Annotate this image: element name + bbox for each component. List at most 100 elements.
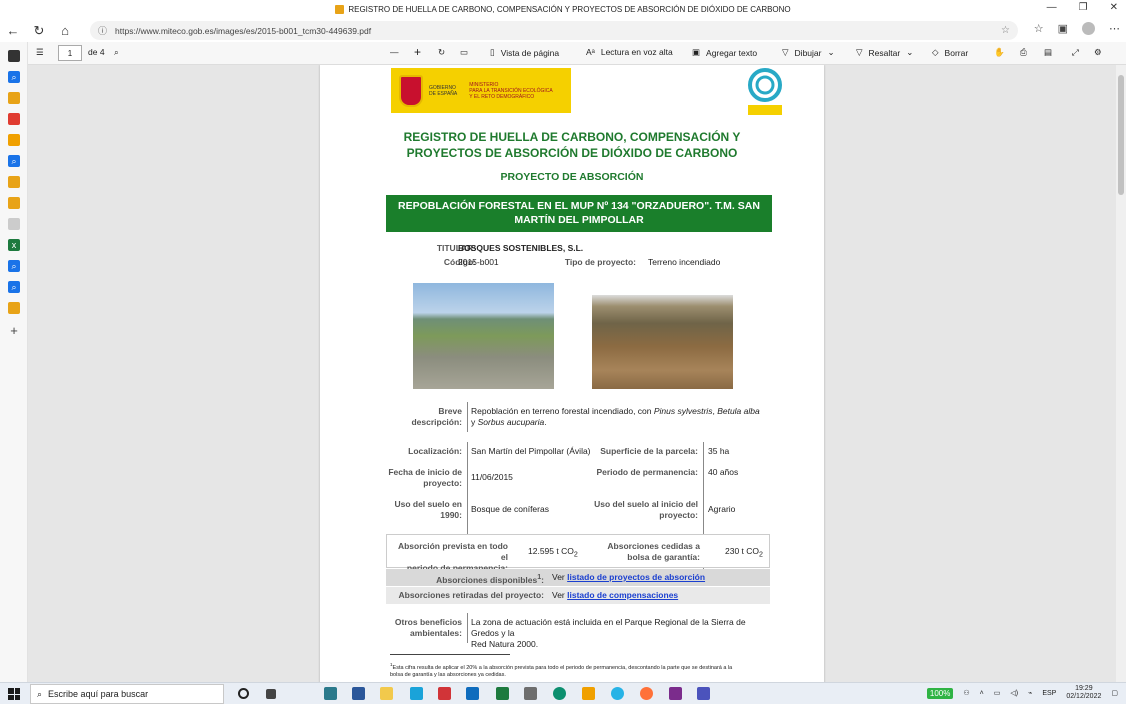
desc-period: . (544, 417, 547, 427)
titular-value: BOSQUES SOSTENIBLES, S.L. (458, 243, 584, 253)
chevron-up-icon[interactable]: ˄ (980, 690, 984, 697)
page-total: de 4 (88, 47, 105, 57)
app-icon-6[interactable] (669, 687, 682, 700)
co2-registry-logo (748, 68, 782, 115)
excel-icon[interactable]: x (8, 239, 20, 251)
coat-of-arms-icon (399, 74, 423, 107)
contents-icon[interactable]: ☰ (36, 47, 44, 58)
tipo-value: Terreno incendiado (648, 257, 721, 267)
restore-icon[interactable]: ❐ (1079, 2, 1088, 13)
page-view-button[interactable]: ▯ Vista de página (490, 47, 559, 58)
find-icon[interactable]: ⌕ (114, 47, 119, 58)
search-icon[interactable]: ⌕ (8, 71, 20, 83)
tools-icon[interactable] (8, 113, 20, 125)
network-icon[interactable]: ⌁ (1028, 689, 1032, 697)
edge-icon[interactable] (553, 687, 566, 700)
draw-button[interactable]: ▽ Dibujar ⌄ (782, 47, 835, 58)
url-text[interactable]: https://www.miteco.gob.es/images/es/2015… (115, 26, 371, 36)
search-icon-3[interactable]: ⌕ (8, 260, 20, 272)
project-name-line2: MARTÍN DEL PIMPOLLAR (514, 214, 644, 226)
add-text-button[interactable]: ▣ Agregar texto (692, 47, 757, 58)
firefox-icon[interactable] (640, 687, 653, 700)
document-icon[interactable] (8, 218, 20, 230)
search-icon-2[interactable]: ⌕ (8, 155, 20, 167)
people-icon[interactable]: ⚇ (963, 689, 969, 697)
excel-taskbar-icon[interactable] (496, 687, 509, 700)
otros-label: Otros beneficios ambientales: (380, 617, 462, 639)
ret-value: Ver listado de compensaciones (552, 590, 678, 601)
volume-icon[interactable]: ◁) (1010, 689, 1018, 697)
favorite-icon[interactable]: ☆ (1001, 25, 1010, 36)
menu-icon[interactable]: ⋯ (1109, 22, 1120, 35)
refresh-icon[interactable]: ↻ (26, 23, 52, 39)
settings-icon[interactable]: ⚙ (1094, 47, 1102, 58)
info-icon[interactable]: ⓘ (98, 24, 107, 37)
favorites-icon[interactable]: ☆ (1034, 22, 1044, 35)
rotate-icon[interactable]: ↻ (438, 47, 445, 58)
highlight-button[interactable]: ▽ Resaltar ⌄ (856, 47, 913, 58)
read-aloud-button[interactable]: Aᵃ Lectura en voz alta (586, 47, 673, 57)
taskbar-search[interactable]: ⌕ Escribe aquí para buscar (30, 684, 224, 704)
home-icon[interactable]: ⌂ (52, 23, 78, 38)
abs-ced-value: 230 t CO2 (725, 546, 763, 561)
back-icon[interactable]: ← (0, 23, 26, 38)
zoom-in-icon[interactable]: + (414, 45, 421, 59)
mail-icon[interactable] (466, 687, 479, 700)
app-icon-1[interactable] (324, 687, 337, 700)
abs-prev-value: 12.595 t CO2 (528, 546, 578, 561)
disp-label-text: Absorciones disponibles (436, 574, 538, 585)
chevron-down-icon[interactable]: ⌄ (906, 47, 913, 58)
compensations-link[interactable]: listado de compensaciones (567, 590, 678, 600)
collections-icon[interactable]: ▣ (1058, 22, 1068, 35)
address-bar[interactable]: ⓘ https://www.miteco.gob.es/images/es/20… (90, 21, 1018, 40)
scrollbar[interactable] (1116, 65, 1126, 682)
search-icon-4[interactable]: ⌕ (8, 281, 20, 293)
species-betula: Betula alba (717, 406, 760, 416)
touch-icon[interactable]: ✋ (994, 47, 1005, 58)
project-name-line1: REPOBLACIÓN FORESTAL EN EL MUP Nº 134 "O… (398, 200, 760, 212)
pdf-app-icon[interactable] (8, 176, 20, 188)
document-viewport[interactable]: GOBIERNO DE ESPAÑA MINISTERIO PARA LA TR… (28, 65, 1116, 682)
erase-button[interactable]: ◇ Borrar (932, 47, 968, 58)
fecha-label: Fecha de inicio de proyecto: (380, 467, 462, 489)
app-icon-3[interactable] (438, 687, 451, 700)
app-icon-4[interactable] (582, 687, 595, 700)
teams-icon[interactable] (697, 687, 710, 700)
add-icon[interactable]: + (8, 324, 20, 337)
zoom-badge[interactable]: 100% (926, 687, 954, 699)
print-icon[interactable]: ⎙ (1020, 47, 1027, 58)
scrollbar-thumb[interactable] (1118, 75, 1124, 195)
shopping-icon[interactable] (8, 92, 20, 104)
windows-start-icon[interactable] (8, 688, 20, 700)
cortana-icon[interactable] (238, 688, 249, 699)
language-indicator[interactable]: ESP (1042, 690, 1056, 697)
notifications-icon[interactable]: ▢ (1111, 689, 1118, 697)
pdf-active-icon[interactable] (8, 302, 20, 314)
app-icon-5[interactable] (611, 687, 624, 700)
games-icon[interactable] (8, 134, 20, 146)
absorption-projects-link[interactable]: listado de proyectos de absorción (567, 572, 705, 582)
save-icon[interactable]: ▤ (1044, 47, 1052, 58)
file-explorer-icon[interactable] (380, 687, 393, 700)
zoom-out-icon[interactable]: — (390, 47, 399, 57)
minimize-icon[interactable]: — (1047, 2, 1057, 13)
camera-icon[interactable] (524, 687, 537, 700)
tabs-icon[interactable] (8, 50, 20, 62)
uso1990-value: Bosque de coníferas (471, 504, 549, 514)
project-type-heading: PROYECTO DE ABSORCIÓN (500, 171, 644, 183)
footnote-divider (390, 654, 510, 655)
pdf-app-icon-2[interactable] (8, 197, 20, 209)
fit-page-icon[interactable]: ▭ (460, 47, 468, 58)
word-icon[interactable] (352, 687, 365, 700)
clock[interactable]: 19:29 02/12/2022 (1066, 685, 1101, 701)
draw-icon: ▽ (782, 47, 789, 57)
app-icon-2[interactable] (410, 687, 423, 700)
chevron-down-icon[interactable]: ⌄ (827, 47, 834, 58)
avatar[interactable] (1082, 22, 1095, 35)
battery-icon[interactable]: ▭ (994, 689, 1001, 697)
species-pinus: Pinus sylvestris (653, 406, 713, 416)
close-icon[interactable]: ✕ (1110, 2, 1118, 13)
fullscreen-icon[interactable]: ⤢ (1072, 47, 1079, 58)
page-number-input[interactable]: 1 (58, 45, 82, 61)
task-view-icon[interactable] (266, 689, 276, 699)
